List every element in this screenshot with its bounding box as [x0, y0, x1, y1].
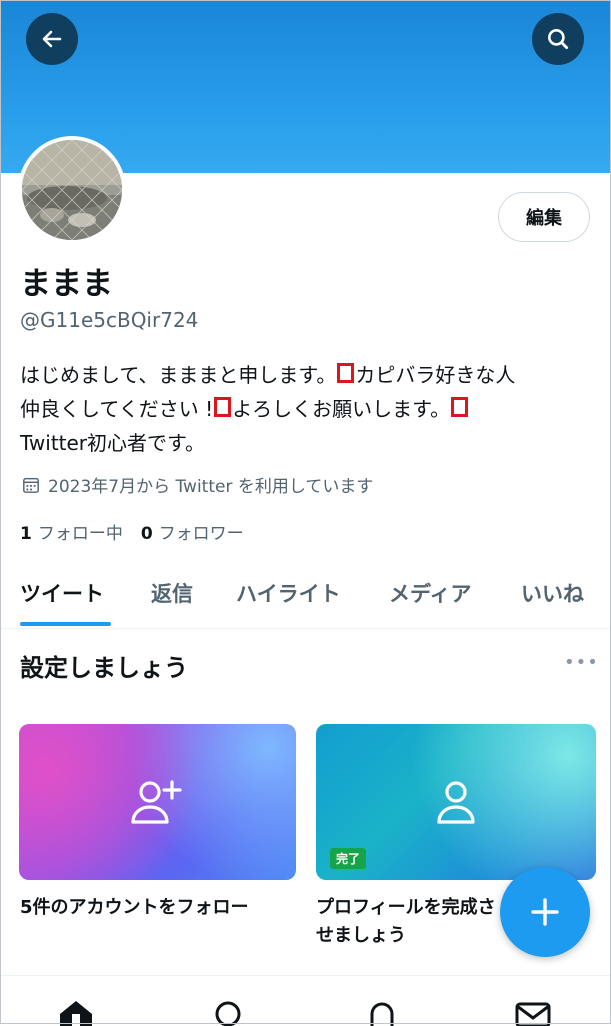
- joined-text: 2023年7月から Twitter を利用しています: [48, 477, 374, 497]
- followers-label: フォロワー: [158, 524, 244, 544]
- done-badge: 完了: [330, 848, 367, 869]
- mail-icon[interactable]: [513, 998, 553, 1026]
- more-options-icon[interactable]: •••: [564, 652, 599, 673]
- back-button[interactable]: [26, 13, 78, 65]
- joined-date: 2023年7月から Twitter を利用しています: [22, 472, 373, 497]
- display-name: ままま: [20, 266, 113, 302]
- tab-media[interactable]: メディア: [389, 578, 472, 608]
- missing-glyph-icon: [214, 397, 232, 417]
- tab-highlights[interactable]: ハイライト: [236, 578, 341, 608]
- bio-line-2: 仲良くしてください ! よろしくお願いします。: [20, 392, 595, 426]
- search-icon: [548, 29, 569, 50]
- complete-profile-card[interactable]: 完了: [316, 724, 596, 880]
- profile-tabs: ツイート 返信 ハイライト メディア いいね: [0, 566, 611, 629]
- add-person-icon: [130, 780, 182, 824]
- search-icon[interactable]: [208, 998, 248, 1026]
- handle: @G11e5cBQir724: [20, 308, 199, 332]
- edit-profile-button[interactable]: 編集: [498, 192, 590, 242]
- follow-stats: 1 フォロー中 0 フォロワー: [20, 519, 262, 544]
- bio: はじめまして、まままと申します。 カピバラ好きな人 仲良くしてください ! よろしく…: [20, 358, 595, 460]
- calendar-icon: [23, 477, 39, 493]
- bio-text: 仲良くしてください !: [20, 397, 214, 421]
- missing-glyph-icon: [451, 397, 469, 417]
- following-count: 1: [20, 524, 32, 544]
- active-tab-indicator: [20, 622, 111, 626]
- tab-tweets[interactable]: ツイート: [20, 578, 104, 608]
- avatar[interactable]: [18, 136, 126, 244]
- home-icon[interactable]: [56, 998, 96, 1026]
- follow-accounts-card[interactable]: [19, 724, 296, 880]
- following-label: フォロー中: [37, 524, 123, 544]
- bio-text: よろしくお願いします。: [232, 397, 451, 421]
- bio-text: カピバラ好きな人: [355, 363, 516, 387]
- plus-icon: [531, 898, 559, 926]
- setup-title: 設定しましょう: [20, 654, 188, 682]
- tab-likes[interactable]: いいね: [521, 578, 584, 608]
- bell-icon[interactable]: [362, 998, 402, 1026]
- bio-line-3: Twitter初心者です。: [20, 431, 206, 455]
- arrow-left-icon: [42, 30, 62, 48]
- bottom-nav: [0, 975, 611, 1026]
- avatar-photo: [22, 140, 122, 240]
- search-button[interactable]: [532, 13, 584, 65]
- complete-profile-label: プロフィールを完成させましょう: [316, 897, 496, 946]
- followers-link[interactable]: 0 フォロワー: [141, 519, 244, 544]
- compose-tweet-button[interactable]: [500, 867, 590, 957]
- missing-glyph-icon: [337, 363, 355, 383]
- person-icon: [437, 781, 475, 824]
- bio-text: はじめまして、まままと申します。: [20, 363, 337, 387]
- following-link[interactable]: 1 フォロー中: [20, 519, 123, 544]
- bio-line-1: はじめまして、まままと申します。 カピバラ好きな人: [20, 358, 595, 392]
- followers-count: 0: [140, 524, 153, 544]
- follow-accounts-label: 5件のアカウントをフォロー: [20, 897, 249, 918]
- tab-replies[interactable]: 返信: [151, 578, 193, 608]
